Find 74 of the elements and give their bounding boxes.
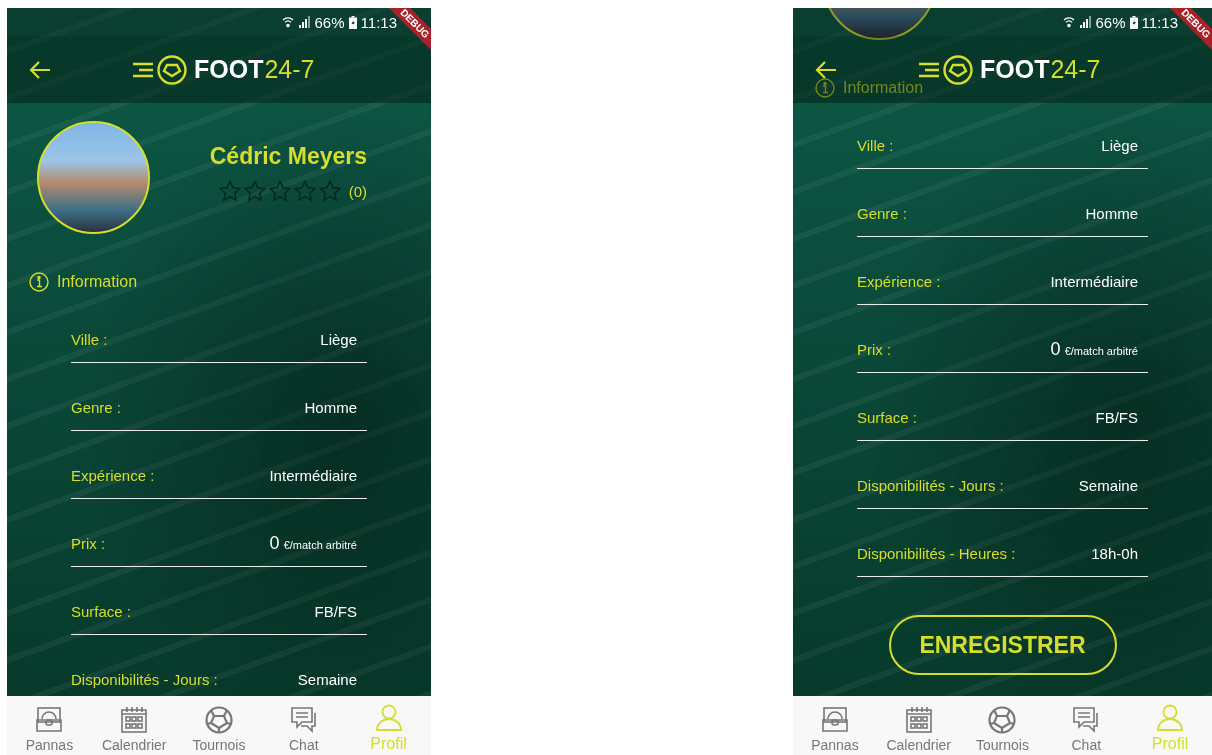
field-label: Expérience : [71, 465, 155, 486]
chest-icon [819, 705, 850, 735]
user-name: Cédric Meyers [209, 143, 367, 170]
battery-icon [1129, 15, 1138, 29]
calendar-icon [903, 705, 934, 735]
empty-star-icon [243, 180, 266, 202]
nav-tab[interactable]: Chat [1044, 696, 1129, 755]
field-label: Surface : [71, 601, 132, 622]
signal-icon [297, 16, 311, 28]
battery-icon [348, 15, 357, 29]
nav-tab[interactable]: Calendrier [91, 696, 177, 755]
section-title: Information [57, 273, 138, 291]
nav-tab[interactable]: Chat [261, 696, 347, 755]
field-value: Semaine [297, 671, 357, 688]
person-icon [1155, 703, 1186, 733]
field-label: Disponibilités - Heures : [857, 543, 1016, 564]
field-value: FB/FS [314, 603, 357, 620]
wifi-icon [281, 16, 294, 28]
logo-text: FOOT [194, 55, 264, 84]
section-title: Information [843, 79, 924, 97]
field-value: Homme [304, 399, 357, 416]
nav-tab[interactable]: Pannas [793, 696, 877, 755]
save-button[interactable]: ENREGISTRER [888, 615, 1117, 675]
logo-accent-text: 24-7 [264, 55, 315, 84]
battery-percent: 66% [1095, 13, 1126, 31]
nav-tab[interactable]: Tournois [176, 696, 262, 755]
info-icon [815, 78, 835, 98]
logo-icon [131, 53, 189, 86]
empty-star-icon [293, 180, 316, 202]
field-value: Liège [1101, 137, 1138, 154]
field-value: Homme [1085, 205, 1138, 222]
field-label: Ville : [857, 135, 894, 156]
field-label: Prix : [857, 339, 892, 360]
unit-text: €/match arbitré [283, 539, 357, 551]
field-label: Expérience : [857, 271, 941, 292]
field-label: Genre : [857, 203, 908, 224]
clock-time: 11:13 [360, 13, 397, 31]
field-label: Prix : [71, 533, 106, 554]
field-value: Intermédiaire [1050, 273, 1138, 290]
unit-text: €/match arbitré [1064, 345, 1138, 357]
battery-percent: 66% [314, 13, 345, 31]
field-value: Intermédiaire [269, 467, 357, 484]
signal-icon [1078, 16, 1092, 28]
back-button[interactable] [29, 60, 51, 79]
empty-star-icon [268, 180, 291, 202]
ball-icon [987, 705, 1018, 735]
info-icon [29, 272, 49, 292]
field-label: Genre : [71, 397, 122, 418]
field-value: 18h-0h [1091, 545, 1138, 562]
field-value: 0 [269, 533, 280, 554]
field-value: FB/FS [1095, 409, 1138, 426]
empty-star-icon [318, 180, 341, 202]
field-value: Semaine [1078, 477, 1138, 494]
empty-star-icon [218, 180, 241, 202]
field-label: Surface : [857, 407, 918, 428]
field-label: Disponibilités - Jours : [71, 669, 218, 690]
person-icon [373, 703, 404, 733]
chest-icon [34, 705, 65, 735]
back-button[interactable] [815, 60, 837, 79]
calendar-icon [119, 705, 150, 735]
ball-icon [204, 705, 234, 735]
rating-count: (0) [348, 182, 367, 200]
clock-time: 11:13 [1141, 13, 1178, 31]
field-label: Disponibilités - Jours : [857, 475, 1004, 496]
logo-text: FOOT [980, 55, 1050, 84]
chat-icon [288, 705, 319, 735]
field-value: 0 [1050, 339, 1061, 360]
nav-tab[interactable]: Tournois [960, 696, 1045, 755]
field-value: Liège [320, 331, 357, 348]
nav-tab[interactable]: Calendrier [876, 696, 961, 755]
wifi-icon [1062, 16, 1075, 28]
logo-accent-text: 24-7 [1050, 55, 1101, 84]
nav-tab[interactable]: Pannas [7, 696, 92, 755]
field-label: Ville : [71, 329, 108, 350]
